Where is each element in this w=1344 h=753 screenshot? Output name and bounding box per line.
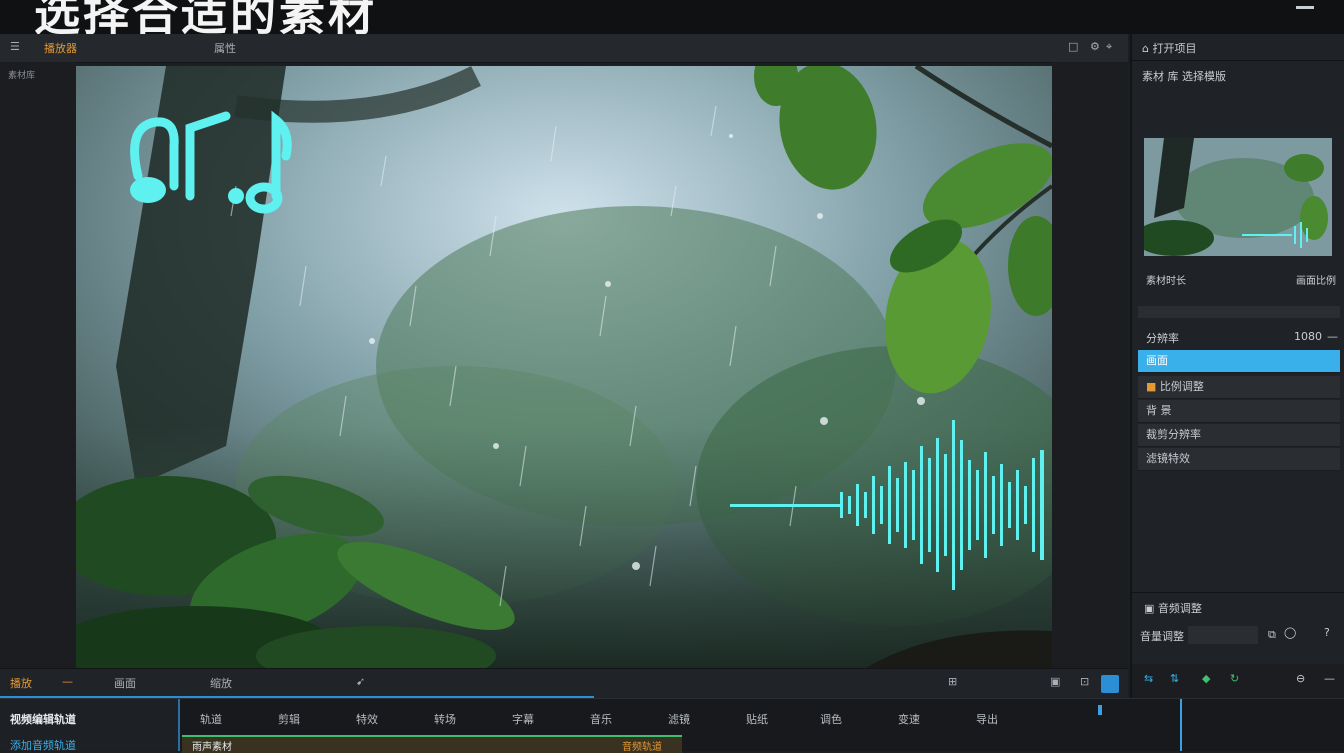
menu-icon[interactable]: ☰ xyxy=(10,40,20,53)
banner-title: 选择合适的素材 xyxy=(34,0,377,34)
volume-field-label: 音量调整 xyxy=(1140,630,1184,643)
refresh-icon[interactable]: ↻ xyxy=(1230,672,1239,685)
panel-row-ratio-label: 比例调整 xyxy=(1159,380,1204,393)
timeline: 视频编辑轨道 添加音频轨道 轨道 剪辑 特效 转场 字幕 音乐 滤镜 贴纸 调色… xyxy=(0,698,1344,753)
fit-icon[interactable]: ⊞ xyxy=(948,675,957,688)
clip-right-label: 音频轨道 xyxy=(622,742,662,753)
timeline-tab[interactable]: 转场 xyxy=(434,711,456,727)
timeline-tab[interactable]: 字幕 xyxy=(512,711,534,727)
square-icon[interactable]: □ xyxy=(1068,40,1078,53)
timeline-tab[interactable]: 剪辑 xyxy=(278,711,300,727)
timeline-tab[interactable]: 调色 xyxy=(820,711,842,727)
rain-scene-image xyxy=(76,66,1052,668)
panel-row-filter[interactable]: 滤镜特效 xyxy=(1138,448,1340,471)
lower-header: ▣ 音频调整 xyxy=(1144,600,1202,616)
timeline-track-header: 视频编辑轨道 添加音频轨道 xyxy=(0,699,180,753)
timeline-tab[interactable]: 导出 xyxy=(976,711,998,727)
audio-icon: ▣ xyxy=(1144,602,1158,615)
timeline-tab[interactable]: 音乐 xyxy=(590,711,612,727)
timeline-playhead[interactable] xyxy=(1180,699,1182,751)
top-toolbar: ☰ 播放器 属性 □ ⚙ ⌖ xyxy=(0,34,1128,63)
section-value: 1080 xyxy=(1294,330,1322,343)
layout-icon[interactable]: ▣ xyxy=(1050,675,1060,688)
timeline-tab[interactable]: 贴纸 xyxy=(746,711,768,727)
settings-icon[interactable]: ⚙ xyxy=(1090,40,1100,53)
window-controls-icon[interactable] xyxy=(1296,6,1314,9)
divider xyxy=(1132,60,1344,61)
panel-row-background[interactable]: 背 景 xyxy=(1138,400,1340,423)
section-label: 分辨率 xyxy=(1146,332,1179,345)
left-column-label: 素材库 xyxy=(8,71,36,81)
transfer-icon[interactable]: ⇅ xyxy=(1170,672,1179,685)
preview-right-gutter xyxy=(1052,62,1128,668)
right-panel: ⌂ 打开项目 素材 库 选择模版 素材时长 画面比例 分辨率 1080 — 画面… xyxy=(1130,34,1344,698)
home-icon[interactable]: ⌂ xyxy=(1142,42,1152,55)
preview-item-play[interactable]: 播放 xyxy=(10,675,32,691)
timeline-title: 视频编辑轨道 xyxy=(10,713,76,726)
fullscreen-button[interactable] xyxy=(1101,675,1119,693)
right-panel-header-text: 打开项目 xyxy=(1152,42,1197,55)
preview-item-zoom[interactable]: 缩放 xyxy=(210,675,232,691)
preview-item-frame[interactable]: 画面 xyxy=(114,675,136,691)
clip-label: 雨声素材 xyxy=(192,742,232,753)
panel-row-ratio[interactable]: ■ 比例调整 xyxy=(1138,376,1340,399)
collapse-icon[interactable]: — xyxy=(1327,330,1338,343)
panel-row-crop[interactable]: 裁剪分辨率 xyxy=(1138,424,1340,447)
timeline-tab[interactable]: 特效 xyxy=(356,711,378,727)
divider xyxy=(1132,592,1344,593)
more-icon[interactable]: — xyxy=(1324,672,1335,685)
clip-thumbnail[interactable] xyxy=(1144,138,1332,256)
panel-row-selected[interactable]: 画面 xyxy=(1138,350,1340,373)
copy-icon[interactable]: ⧉ xyxy=(1268,628,1276,642)
right-panel-subheader: 素材 库 选择模版 xyxy=(1142,70,1226,83)
thumb-label-left: 素材时长 xyxy=(1146,276,1186,287)
cursor-icon[interactable]: ➹ xyxy=(356,675,365,688)
warning-icon: ■ xyxy=(1146,380,1160,393)
timeline-tab[interactable]: 变速 xyxy=(898,711,920,727)
toolbar-item-player[interactable]: 播放器 xyxy=(44,40,77,56)
timeline-tab[interactable]: 滤镜 xyxy=(668,711,690,727)
grid-icon[interactable]: ⊡ xyxy=(1080,675,1089,688)
panel-footer: ⇆ ⇅ ◆ ↻ ⊖ — xyxy=(1132,664,1344,698)
preview-toolbar: 播放 — 画面 缩放 ➹ ⊞ ▣ ⊡ xyxy=(0,668,1128,699)
timeline-clip[interactable]: 雨声素材 音频轨道 xyxy=(182,735,682,753)
marker-icon[interactable] xyxy=(1098,705,1102,715)
title-banner: 选择合适的素材 xyxy=(0,0,1344,34)
lock-icon[interactable]: ⊖ xyxy=(1296,672,1305,685)
help-icon[interactable]: ? xyxy=(1324,626,1330,639)
volume-field[interactable] xyxy=(1188,626,1258,644)
thumbnail-image xyxy=(1144,138,1332,256)
timeline-subtitle[interactable]: 添加音频轨道 xyxy=(10,737,76,753)
right-panel-header: ⌂ 打开项目 xyxy=(1142,40,1196,56)
timeline-tab[interactable]: 轨道 xyxy=(200,711,222,727)
circle-icon[interactable]: ◯ xyxy=(1284,626,1296,639)
toolbar-item-properties[interactable]: 属性 xyxy=(214,40,236,56)
diamond-icon[interactable]: ◆ xyxy=(1202,672,1210,685)
pin-icon[interactable]: ⌖ xyxy=(1106,40,1112,54)
thumb-label-right: 画面比例 xyxy=(1296,276,1336,287)
minus-icon[interactable]: — xyxy=(62,675,73,688)
separator-bar xyxy=(1138,306,1340,318)
left-column: 素材库 xyxy=(0,62,76,668)
lower-header-text: 音频调整 xyxy=(1157,602,1202,615)
video-preview[interactable] xyxy=(76,66,1052,668)
split-icon[interactable]: ⇆ xyxy=(1144,672,1153,685)
